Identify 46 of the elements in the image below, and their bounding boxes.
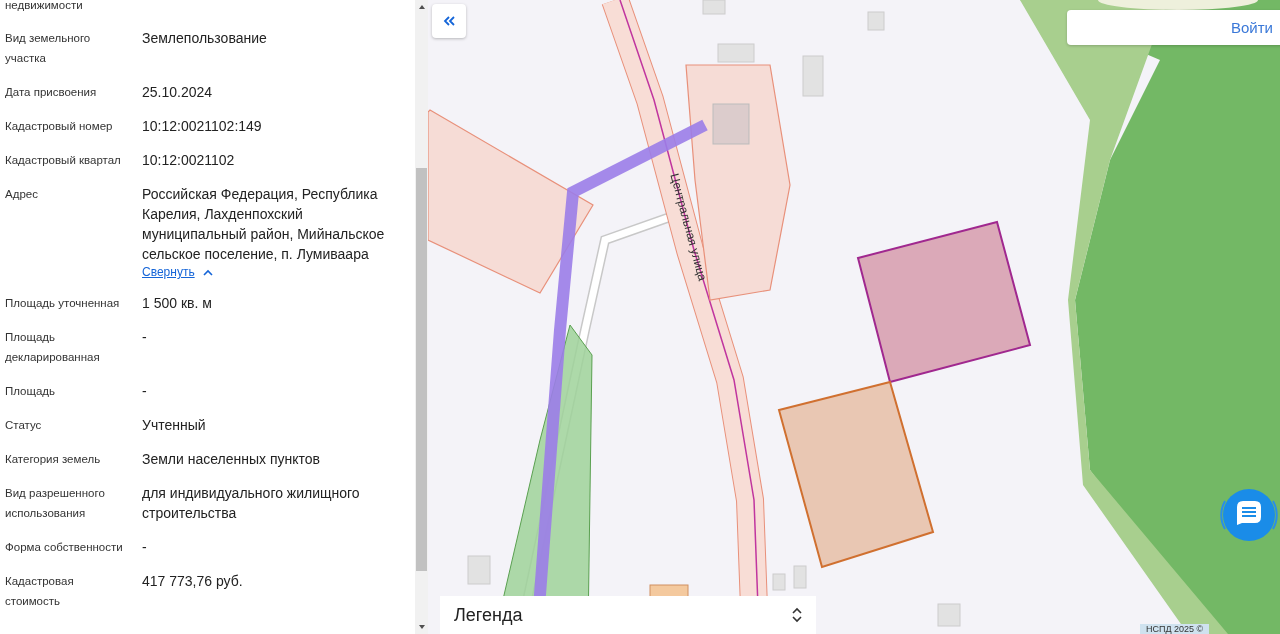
- expand-icon[interactable]: [792, 607, 802, 623]
- field-value: -: [142, 382, 148, 401]
- field-value: 417 773,76 руб.: [142, 572, 244, 591]
- double-chevron-left-icon: [443, 16, 455, 26]
- field-value: Российская Федерация, Республика Карелия, Лахденпохский муниципальный район, Мийнальское сельское поселение, п. Лумиваара: [142, 185, 386, 264]
- collapse-panel-button[interactable]: [432, 4, 466, 38]
- field-value: Земли населенных пунктов: [142, 450, 322, 469]
- field-value: 10:12:0021102: [142, 151, 236, 170]
- building: [717, 43, 755, 63]
- scrollbar[interactable]: [415, 0, 428, 634]
- field-label: Дата присвоения: [5, 85, 98, 100]
- field-label: Кадастровая стоимость: [5, 574, 75, 609]
- field-label: Площадь декларированная: [5, 330, 101, 365]
- field-value: -: [142, 538, 148, 557]
- field-label: Вид земельного участка: [5, 31, 92, 66]
- building: [937, 603, 961, 627]
- field-label: недвижимости: [5, 0, 84, 13]
- building: [772, 573, 786, 591]
- field-label: Кадастровый номер: [5, 119, 114, 134]
- field-value: 25.10.2024: [142, 83, 214, 102]
- building: [793, 565, 807, 589]
- collapse-link[interactable]: Свернуть: [142, 265, 195, 279]
- field-value: для индивидуального жилищного строительства: [142, 484, 361, 523]
- field-value: Учтенный: [142, 416, 207, 435]
- building: [702, 0, 726, 15]
- map-attribution: НСПД 2025 ©: [1140, 624, 1210, 634]
- field-label: Категория земель: [5, 452, 102, 467]
- building: [712, 103, 750, 145]
- field-value: 10:12:0021102:149: [142, 117, 263, 136]
- building: [467, 555, 491, 585]
- legend-title: Легенда: [454, 604, 523, 626]
- field-label: Площадь: [5, 384, 57, 399]
- field-value: 1 500 кв. м: [142, 294, 213, 313]
- chevron-up-icon[interactable]: [202, 268, 213, 276]
- field-value: -: [142, 328, 148, 347]
- field-label: Вид разрешенного использования: [5, 486, 106, 521]
- field-label: Площадь уточненная: [5, 296, 121, 311]
- field-label: Адрес: [5, 187, 39, 202]
- field-value: Землепользование: [142, 29, 268, 48]
- building: [867, 11, 885, 31]
- field-label: Кадастровый квартал: [5, 153, 122, 168]
- legend-panel[interactable]: Легенда: [440, 596, 816, 634]
- login-button[interactable]: Войти: [1067, 10, 1280, 45]
- field-label: Статус: [5, 418, 43, 433]
- building: [802, 55, 824, 97]
- field-label: Форма собственности: [5, 540, 124, 555]
